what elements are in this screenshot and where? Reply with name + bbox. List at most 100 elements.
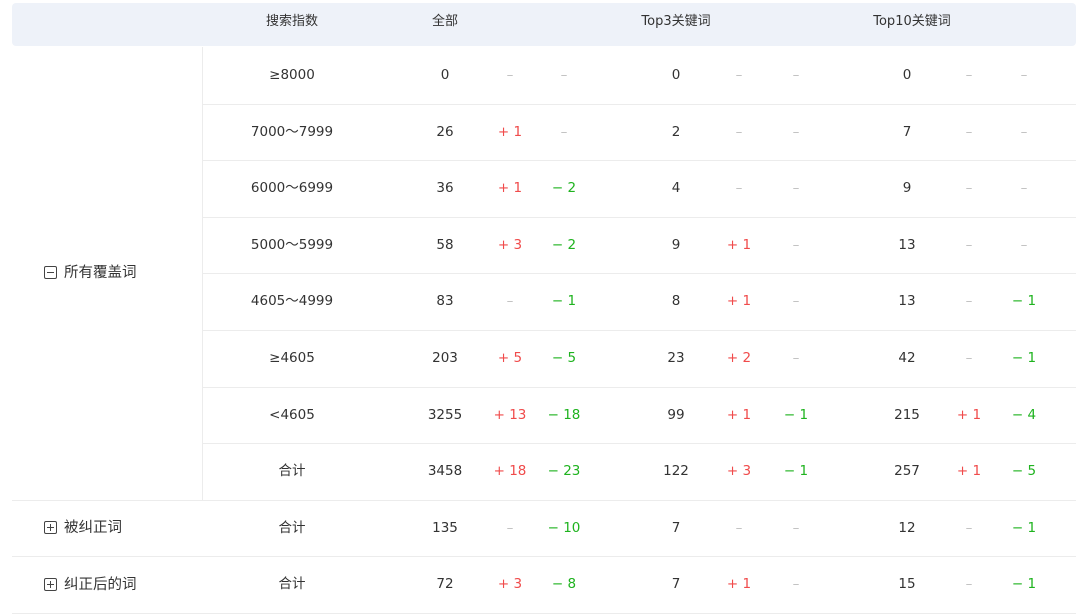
- empty-dash: –: [792, 67, 800, 83]
- all-increase-cell: + 1: [497, 180, 523, 197]
- empty-dash: –: [560, 123, 568, 140]
- search-index-cell: 合计: [278, 576, 306, 593]
- all-decrease-cell: − 5: [551, 350, 577, 366]
- empty-dash: –: [792, 293, 800, 310]
- group-label[interactable]: 所有覆盖词: [64, 263, 137, 283]
- top10-count-cell: 13: [898, 236, 916, 253]
- top10-count-cell: 15: [898, 576, 916, 593]
- top3-increase-cell: + 1: [726, 406, 752, 423]
- empty-dash: –: [1020, 180, 1028, 197]
- plus-box-icon[interactable]: [44, 578, 57, 591]
- top3-decrease-cell: − 1: [783, 463, 809, 480]
- top10-count-cell: 7: [902, 123, 912, 140]
- all-increase-cell: + 3: [497, 576, 523, 593]
- empty-dash: –: [560, 67, 568, 83]
- empty-dash: –: [792, 180, 800, 197]
- top10-increase-cell: + 1: [956, 406, 982, 423]
- empty-dash: –: [735, 123, 743, 140]
- empty-dash: –: [792, 519, 800, 536]
- top3-count-cell: 99: [667, 406, 685, 423]
- top10-decrease-cell: − 1: [1011, 576, 1037, 593]
- all-count-cell: 3255: [427, 406, 463, 423]
- table-row: 7000～7999 26 + 1 – 2 – – 7 – –: [0, 104, 1080, 160]
- search-index-cell: 5000～5999: [250, 236, 334, 253]
- empty-dash: –: [965, 67, 973, 83]
- search-index-cell: 合计: [278, 519, 306, 536]
- top10-decrease-cell: − 1: [1011, 519, 1037, 536]
- group-divider: [202, 47, 203, 500]
- group-label[interactable]: 纠正后的词: [64, 575, 137, 595]
- top3-count-cell: 7: [671, 576, 681, 593]
- all-count-cell: 58: [436, 236, 454, 253]
- search-index-cell: 合计: [278, 463, 306, 480]
- empty-dash: –: [792, 236, 800, 253]
- empty-dash: –: [792, 123, 800, 140]
- top3-count-cell: 122: [663, 463, 689, 480]
- table-row: <4605 3255 + 13 − 18 99 + 1 − 1 215 + 1 − 4: [0, 387, 1080, 443]
- table-row: 合计 135 – − 10 7 – – 12 – − 1: [0, 500, 1080, 556]
- top10-count-cell: 9: [902, 180, 912, 197]
- top10-decrease-cell: − 4: [1011, 406, 1037, 423]
- all-count-cell: 72: [436, 576, 454, 593]
- top3-count-cell: 0: [671, 67, 681, 83]
- top3-count-cell: 4: [671, 180, 681, 197]
- empty-dash: –: [965, 293, 973, 310]
- group-label[interactable]: 被纠正词: [64, 518, 122, 538]
- top10-count-cell: 12: [898, 519, 916, 536]
- all-decrease-cell: − 23: [547, 463, 581, 480]
- empty-dash: –: [735, 67, 743, 83]
- header-all: 全部: [431, 14, 458, 29]
- top10-decrease-cell: − 5: [1011, 463, 1037, 480]
- top10-decrease-cell: − 1: [1011, 293, 1037, 310]
- header-top10: Top10关键词: [873, 14, 951, 29]
- all-count-cell: 36: [436, 180, 454, 197]
- all-count-cell: 203: [432, 350, 458, 366]
- all-increase-cell: + 5: [497, 350, 523, 366]
- all-increase-cell: + 1: [497, 123, 523, 140]
- search-index-cell: 7000～7999: [250, 123, 334, 140]
- top3-increase-cell: + 3: [726, 463, 752, 480]
- all-count-cell: 3458: [427, 463, 463, 480]
- all-decrease-cell: − 2: [551, 180, 577, 197]
- all-increase-cell: + 18: [493, 463, 527, 480]
- empty-dash: –: [1020, 123, 1028, 140]
- empty-dash: –: [965, 236, 973, 253]
- empty-dash: –: [506, 293, 514, 310]
- empty-dash: –: [965, 576, 973, 593]
- table-row: 合计 72 + 3 − 8 7 + 1 – 15 – − 1: [0, 556, 1080, 612]
- all-count-cell: 135: [432, 519, 458, 536]
- table-row: 4605～4999 83 – − 1 8 + 1 – 13 – − 1: [0, 273, 1080, 329]
- top3-decrease-cell: − 1: [783, 406, 809, 423]
- empty-dash: –: [965, 350, 973, 366]
- top3-increase-cell: + 1: [726, 236, 752, 253]
- empty-dash: –: [965, 519, 973, 536]
- search-index-cell: <4605: [269, 406, 315, 423]
- table-row: ≥4605 203 + 5 − 5 23 + 2 – 42 – − 1: [0, 330, 1080, 386]
- table-row: 5000～5999 58 + 3 − 2 9 + 1 – 13 – –: [0, 217, 1080, 273]
- top3-count-cell: 9: [671, 236, 681, 253]
- all-decrease-cell: − 18: [547, 406, 581, 423]
- empty-dash: –: [506, 519, 514, 536]
- all-decrease-cell: − 1: [551, 293, 577, 310]
- empty-dash: –: [792, 350, 800, 366]
- all-decrease-cell: − 10: [547, 519, 581, 536]
- top3-count-cell: 8: [671, 293, 681, 310]
- all-count-cell: 83: [436, 293, 454, 310]
- all-count-cell: 26: [436, 123, 454, 140]
- all-increase-cell: + 13: [493, 406, 527, 423]
- empty-dash: –: [506, 67, 514, 83]
- empty-dash: –: [735, 519, 743, 536]
- top10-count-cell: 215: [894, 406, 920, 423]
- empty-dash: –: [965, 123, 973, 140]
- table-row: 合计 3458 + 18 − 23 122 + 3 − 1 257 + 1 − 5: [0, 443, 1080, 499]
- top10-count-cell: 0: [902, 67, 912, 83]
- empty-dash: –: [1020, 67, 1028, 83]
- minus-box-icon[interactable]: [44, 266, 57, 279]
- search-index-cell: 4605～4999: [250, 293, 334, 310]
- search-index-cell: ≥4605: [269, 350, 315, 366]
- plus-box-icon[interactable]: [44, 521, 57, 534]
- empty-dash: –: [965, 180, 973, 197]
- table-row: ≥8000 0 – – 0 – – 0 – –: [0, 47, 1080, 103]
- search-index-cell: ≥8000: [269, 67, 315, 83]
- all-decrease-cell: − 2: [551, 236, 577, 253]
